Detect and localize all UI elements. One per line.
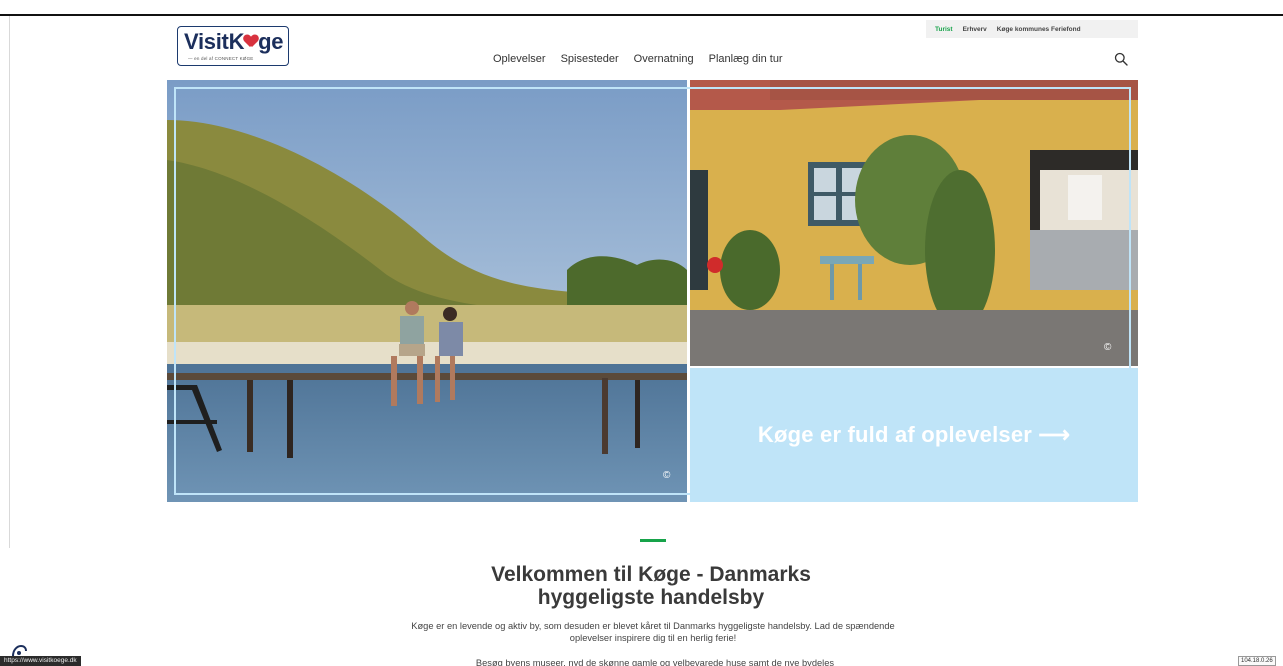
- section-accent-bar: [640, 539, 666, 542]
- house-photo: [690, 80, 1138, 366]
- window-left-border: [9, 16, 10, 548]
- copyright-icon[interactable]: ©: [663, 470, 670, 481]
- utility-link-erhverv[interactable]: Erhverv: [963, 26, 987, 33]
- welcome-body-continued: Besøg byens museer, nyd de skønne gamle …: [475, 658, 835, 666]
- main-nav: Oplevelser Spisesteder Overnatning Planl…: [493, 53, 783, 65]
- utility-link-feriefond[interactable]: Køge kommunes Feriefond: [997, 26, 1081, 33]
- hero-image-pier[interactable]: ©: [167, 80, 687, 502]
- cta-label: Køge er fuld af oplevelser ⟶: [757, 422, 1071, 447]
- utility-nav: Turist Erhverv Køge kommunes Feriefond: [926, 20, 1138, 38]
- copyright-icon[interactable]: ©: [1104, 342, 1111, 353]
- welcome-title: Velkommen til Køge - Danmarks hyggeligst…: [491, 563, 811, 609]
- logo-wordmark: VisitK ge: [184, 29, 284, 54]
- nav-item-planlaeg[interactable]: Planlæg din tur: [709, 53, 783, 65]
- heart-icon: [244, 35, 258, 49]
- nav-item-oplevelser[interactable]: Oplevelser: [493, 53, 546, 65]
- pier-photo: [167, 80, 687, 502]
- nav-item-spisesteder[interactable]: Spisesteder: [561, 53, 619, 65]
- ip-badge: 104.18.0.26: [1238, 656, 1276, 666]
- logo-tagline: — en del af CONNECT KØGE: [188, 56, 254, 61]
- site-logo[interactable]: VisitK ge — en del af CONNECT KØGE: [177, 26, 289, 66]
- search-icon[interactable]: [1114, 52, 1128, 66]
- nav-item-overnatning[interactable]: Overnatning: [634, 53, 694, 65]
- hero-image-house[interactable]: ©: [690, 80, 1138, 366]
- welcome-body: Køge er en levende og aktiv by, som desu…: [411, 621, 895, 643]
- utility-link-turist[interactable]: Turist: [935, 26, 953, 33]
- cta-tile-oplevelser[interactable]: Køge er fuld af oplevelser ⟶: [690, 368, 1138, 502]
- browser-status-url: https://www.visitkoege.dk: [0, 656, 81, 666]
- window-top-border: [0, 14, 1283, 16]
